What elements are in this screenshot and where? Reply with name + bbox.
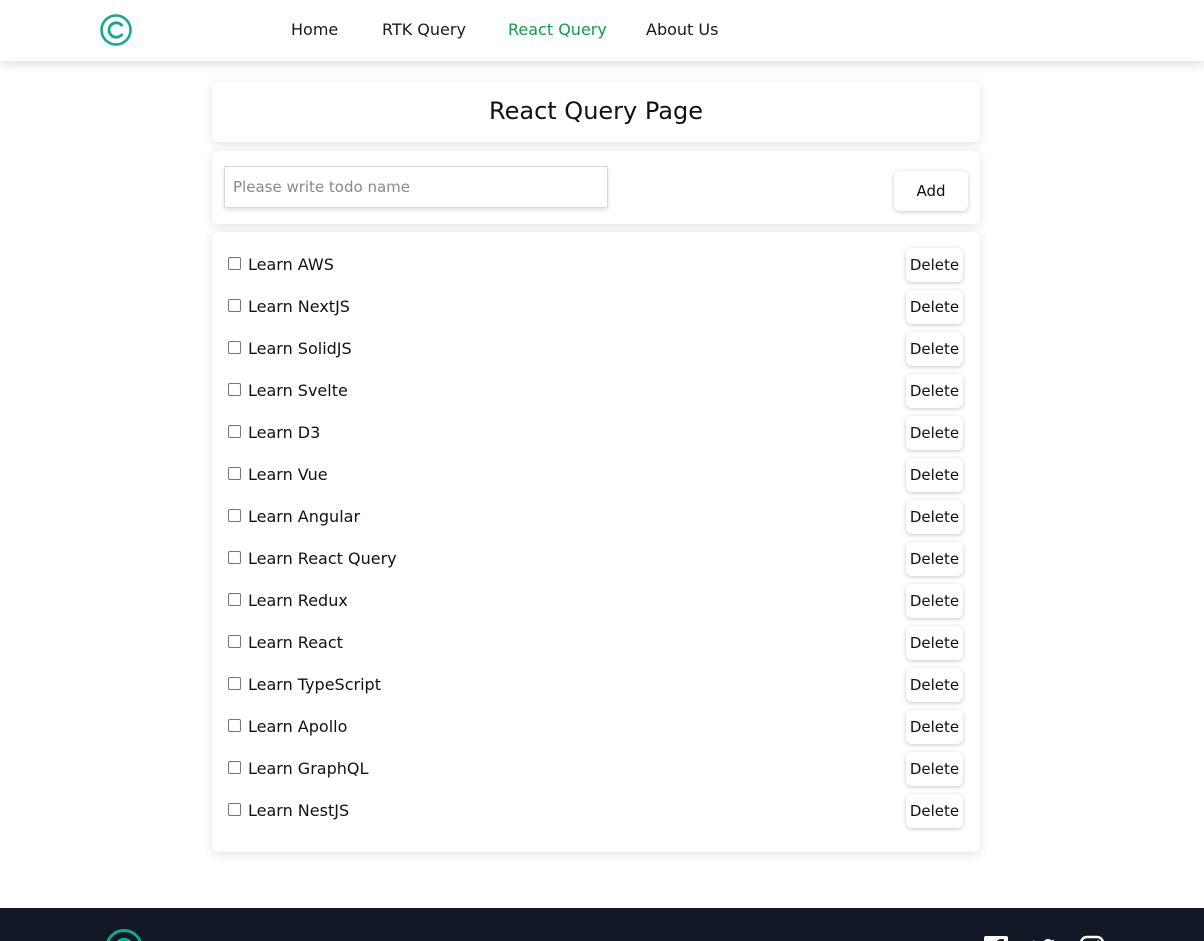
todo-list-card: Learn AWS Delete Learn NextJS Delete Learn S… [212, 232, 980, 852]
delete-button[interactable]: Delete [906, 668, 963, 702]
todo-name-input[interactable] [224, 166, 608, 208]
delete-button[interactable]: Delete [906, 248, 963, 282]
title-card: React Query Page [212, 82, 980, 142]
todo-list: Learn AWS Delete Learn NextJS Delete Learn S… [212, 248, 980, 836]
delete-button[interactable]: Delete [906, 374, 963, 408]
todo-item: Learn GraphQL Delete [212, 752, 980, 794]
todo-checkbox[interactable] [228, 719, 241, 732]
todo-item: Learn React Query Delete [212, 542, 980, 584]
todo-label: Learn Apollo [248, 717, 348, 736]
todo-checkbox[interactable] [228, 635, 241, 648]
todo-checkbox[interactable] [228, 425, 241, 438]
todo-label: Learn Angular [248, 507, 361, 526]
todo-item: Learn SolidJS Delete [212, 332, 980, 374]
todo-checkbox[interactable] [228, 341, 241, 354]
todo-label: Learn React Query [248, 549, 397, 568]
todo-label: Learn NextJS [248, 297, 350, 316]
delete-button[interactable]: Delete [906, 752, 963, 786]
todo-checkbox[interactable] [228, 383, 241, 396]
page-title: React Query Page [489, 97, 703, 125]
nav-link-home[interactable]: Home [291, 20, 338, 40]
facebook-icon[interactable] [983, 935, 1009, 941]
todo-label: Learn D3 [248, 423, 321, 442]
todo-item: Learn Vue Delete [212, 458, 980, 500]
todo-item: Learn Angular Delete [212, 500, 980, 542]
todo-item: Learn TypeScript Delete [212, 668, 980, 710]
todo-item: Learn D3 Delete [212, 416, 980, 458]
nav-link-rtk-query[interactable]: RTK Query [382, 20, 466, 40]
add-todo-form: Add [212, 151, 980, 224]
todo-label: Learn AWS [248, 255, 334, 274]
todo-item: Learn NestJS Delete [212, 794, 980, 836]
todo-checkbox[interactable] [228, 257, 241, 270]
todo-label: Learn SolidJS [248, 339, 352, 358]
delete-button[interactable]: Delete [906, 794, 963, 828]
delete-button[interactable]: Delete [906, 500, 963, 534]
todo-checkbox[interactable] [228, 803, 241, 816]
todo-label: Learn React [248, 633, 343, 652]
instagram-icon[interactable] [1079, 935, 1105, 941]
delete-button[interactable]: Delete [906, 542, 963, 576]
todo-item: Learn NextJS Delete [212, 290, 980, 332]
nav-link-react-query[interactable]: React Query [508, 20, 607, 40]
add-button[interactable]: Add [894, 171, 968, 211]
nav-link-about-us[interactable]: About Us [646, 20, 718, 40]
todo-label: Learn Redux [248, 591, 348, 610]
delete-button[interactable]: Delete [906, 416, 963, 450]
logo-icon[interactable] [99, 13, 133, 47]
delete-button[interactable]: Delete [906, 458, 963, 492]
todo-checkbox[interactable] [228, 677, 241, 690]
todo-checkbox[interactable] [228, 551, 241, 564]
delete-button[interactable]: Delete [906, 332, 963, 366]
todo-label: Learn GraphQL [248, 759, 369, 778]
todo-checkbox[interactable] [228, 467, 241, 480]
todo-item: Learn Apollo Delete [212, 710, 980, 752]
todo-checkbox[interactable] [228, 509, 241, 522]
delete-button[interactable]: Delete [906, 290, 963, 324]
todo-item: Learn AWS Delete [212, 248, 980, 290]
todo-label: Learn Svelte [248, 381, 348, 400]
twitter-icon[interactable] [1031, 935, 1057, 941]
footer [0, 908, 1204, 941]
delete-button[interactable]: Delete [906, 626, 963, 660]
footer-logo-icon[interactable] [104, 928, 144, 941]
todo-item: Learn React Delete [212, 626, 980, 668]
todo-label: Learn TypeScript [248, 675, 381, 694]
todo-item: Learn Redux Delete [212, 584, 980, 626]
delete-button[interactable]: Delete [906, 710, 963, 744]
todo-checkbox[interactable] [228, 299, 241, 312]
todo-label: Learn NestJS [248, 801, 350, 820]
todo-checkbox[interactable] [228, 593, 241, 606]
delete-button[interactable]: Delete [906, 584, 963, 618]
todo-label: Learn Vue [248, 465, 328, 484]
todo-checkbox[interactable] [228, 761, 241, 774]
navbar: Home RTK Query React Query About Us [0, 0, 1204, 61]
todo-item: Learn Svelte Delete [212, 374, 980, 416]
